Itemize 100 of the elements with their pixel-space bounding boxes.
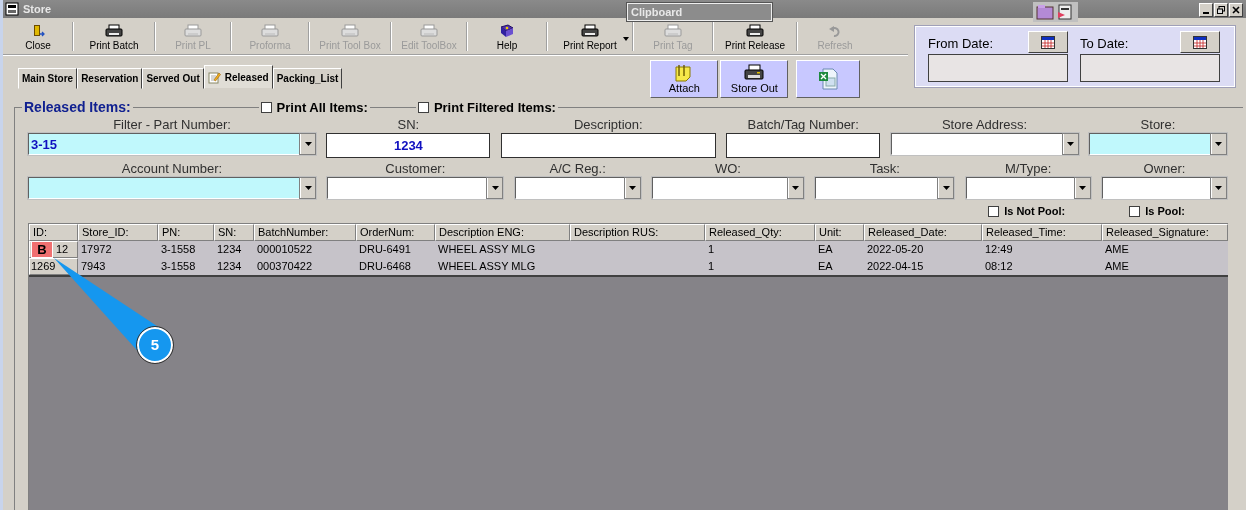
table-cell[interactable]: 12:49 — [985, 243, 1013, 255]
table-cell[interactable]: 1 — [708, 260, 715, 272]
column-header[interactable]: Description ENG: — [435, 224, 570, 241]
table-cell[interactable]: 08:12 — [985, 260, 1013, 272]
caret-icon[interactable] — [623, 37, 629, 41]
calendar-icon — [1193, 35, 1207, 49]
caret-icon[interactable] — [304, 186, 312, 190]
caret-icon[interactable] — [304, 142, 312, 146]
table-cell[interactable]: 7943 — [81, 260, 106, 272]
filter-field[interactable]: 1234 — [326, 133, 491, 158]
table-cell[interactable]: 3-1558 — [161, 260, 196, 272]
table-cell[interactable]: 2022-04-15 — [867, 260, 924, 272]
toolbar-button[interactable]: Print Batch — [75, 20, 153, 53]
calendar-button[interactable] — [1028, 31, 1068, 53]
table-cell[interactable]: EA — [818, 260, 833, 272]
filter-label: Customer: — [385, 160, 446, 177]
toolbar-button[interactable]: Print Release — [715, 20, 795, 53]
column-header[interactable]: Released_Qty: — [705, 224, 815, 241]
caret-icon[interactable] — [1079, 186, 1087, 190]
filter-label: Account Number: — [121, 160, 223, 177]
table-cell[interactable]: 3-1558 — [161, 243, 196, 255]
printer-icon — [743, 64, 766, 82]
minimize-button[interactable] — [1199, 3, 1213, 17]
filter-label: Store Address: — [941, 116, 1028, 133]
tab[interactable]: Main Store — [18, 68, 78, 89]
table-cell[interactable]: 000010522 — [257, 243, 313, 255]
toolbar-button[interactable]: Close — [5, 20, 71, 53]
checkbox[interactable]: Print Filtered Items: — [415, 99, 558, 115]
spreadsheet-icon — [818, 68, 839, 90]
close-button[interactable] — [1229, 3, 1243, 17]
table-cell[interactable]: WHEEL ASSY MLG — [438, 243, 536, 255]
table-cell[interactable]: EA — [818, 243, 833, 255]
caret-icon[interactable] — [491, 186, 499, 190]
date-label: From Date: — [928, 36, 993, 53]
caret-icon[interactable] — [792, 186, 800, 190]
table-cell[interactable]: 1234 — [217, 243, 242, 255]
table-cell[interactable]: 2022-05-20 — [867, 243, 924, 255]
filter-dropdown[interactable] — [327, 177, 504, 199]
table-cell[interactable]: DRU-6468 — [359, 260, 411, 272]
notepad-icon — [207, 70, 221, 84]
printer-icon — [184, 24, 202, 38]
column-header[interactable]: Released_Date: — [864, 224, 982, 241]
checkbox[interactable]: Is Pool: — [1127, 204, 1187, 218]
checkbox[interactable]: Is Not Pool: — [986, 204, 1068, 218]
filter-dropdown[interactable] — [965, 177, 1091, 199]
toolbar-button[interactable]: Help — [469, 20, 545, 53]
filter-dropdown[interactable] — [1101, 177, 1227, 199]
restore-icon — [1217, 6, 1225, 14]
column-header[interactable]: SN: — [214, 224, 254, 241]
filter-dropdown[interactable] — [890, 133, 1079, 155]
table-cell[interactable]: 17972 — [81, 243, 112, 255]
filter-label: Batch/Tag Number: — [747, 116, 859, 133]
door-icon — [31, 24, 45, 38]
table-cell[interactable]: AME — [1105, 260, 1129, 272]
calendar-button[interactable] — [1180, 31, 1220, 53]
column-header[interactable]: ID: — [29, 224, 78, 241]
export-button[interactable] — [796, 60, 861, 98]
table-cell[interactable]: 1234 — [217, 260, 242, 272]
column-header[interactable]: Unit: — [815, 224, 864, 241]
filter-dropdown[interactable] — [652, 177, 804, 199]
table-cell[interactable]: DRU-6491 — [359, 243, 411, 255]
filter-dropdown[interactable] — [28, 177, 316, 199]
table-cell[interactable]: 000370422 — [257, 260, 313, 272]
caret-icon[interactable] — [1067, 142, 1075, 146]
table-cell-text: 12 — [56, 242, 69, 257]
restore-button[interactable] — [1214, 3, 1228, 17]
checkbox[interactable]: Print All Items: — [258, 99, 370, 115]
window-icon[interactable] — [1057, 4, 1075, 20]
column-header[interactable]: OrderNum: — [356, 224, 435, 241]
filter-dropdown[interactable] — [1088, 133, 1227, 155]
column-header[interactable]: Description RUS: — [570, 224, 705, 241]
caret-icon[interactable] — [1215, 186, 1223, 190]
date-field[interactable] — [1080, 54, 1220, 82]
table-cell[interactable]: AME — [1105, 243, 1129, 255]
caret-icon[interactable] — [629, 186, 637, 190]
filter-dropdown[interactable] — [514, 177, 641, 199]
column-header[interactable]: Released_Signature: — [1102, 224, 1228, 241]
column-header[interactable]: Store_ID: — [78, 224, 158, 241]
action-button[interactable]: Attach — [650, 60, 719, 98]
tab[interactable]: Served Out — [142, 68, 204, 89]
caret-icon[interactable] — [942, 186, 950, 190]
tab[interactable]: Released — [203, 65, 273, 89]
filter-field[interactable] — [726, 133, 881, 158]
filter-dropdown[interactable] — [815, 177, 955, 199]
book-icon — [499, 24, 515, 38]
column-header[interactable]: BatchNumber: — [254, 224, 356, 241]
tab[interactable]: Packing_List — [272, 68, 343, 89]
toolbar-button[interactable]: Print Report — [549, 20, 631, 53]
caret-icon[interactable] — [1215, 142, 1223, 146]
column-header[interactable]: Released_Time: — [982, 224, 1102, 241]
filter-dropdown[interactable]: 3-15 — [28, 133, 316, 155]
action-button[interactable]: Store Out — [720, 60, 789, 98]
column-header[interactable]: PN: — [158, 224, 214, 241]
filter-label: Store: — [1140, 116, 1176, 133]
table-cell[interactable]: 1 — [708, 243, 715, 255]
date-field[interactable] — [928, 54, 1068, 82]
table-cell[interactable]: WHEEL ASSY MLG — [438, 260, 536, 272]
group-title: Released Items: — [22, 99, 133, 115]
tab[interactable]: Reservation — [77, 68, 143, 89]
filter-field[interactable] — [500, 133, 716, 158]
